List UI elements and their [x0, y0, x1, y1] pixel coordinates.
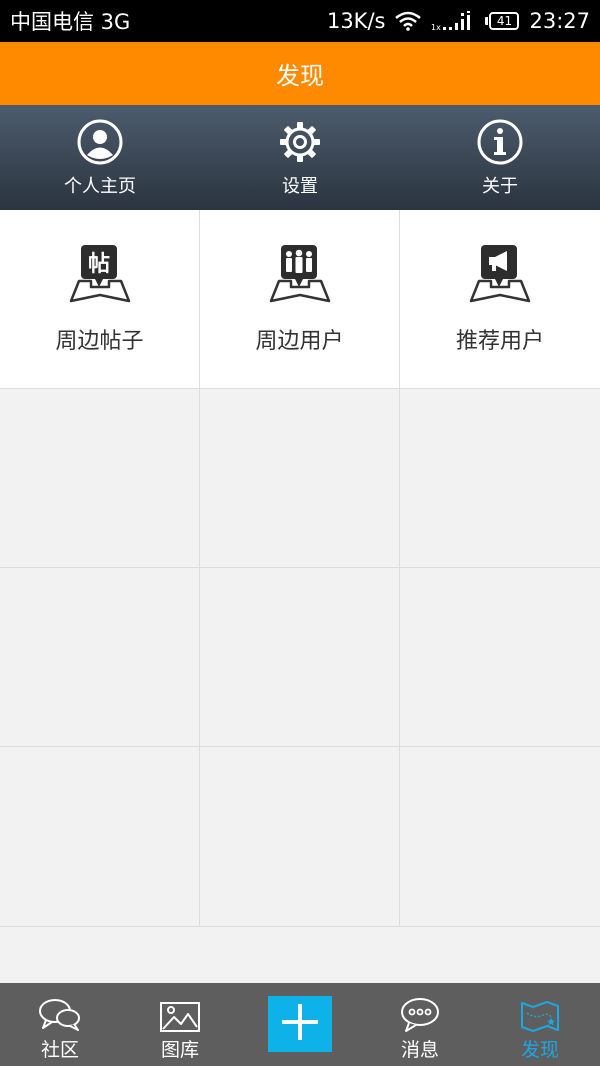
nearby-posts-label: 周边帖子: [55, 329, 144, 354]
page-title: 发现: [276, 62, 324, 90]
settings-button[interactable]: 设置: [200, 105, 400, 210]
quick-menu: 个人主页 设置 关于: [0, 105, 600, 210]
profile-button[interactable]: 个人主页: [0, 105, 200, 210]
grid-item-recommend-users[interactable]: 推荐用户: [400, 210, 600, 389]
tab-discover-label: 发现: [520, 1039, 559, 1061]
grid-empty-cell: [0, 747, 200, 927]
nearby-posts-icon: 帖: [67, 243, 133, 309]
info-icon: [476, 118, 524, 166]
tab-add[interactable]: [240, 983, 360, 1066]
profile-label: 个人主页: [64, 175, 136, 197]
grid-item-nearby-users[interactable]: 周边用户: [200, 210, 400, 389]
map-icon: [519, 999, 561, 1033]
grid-empty-cell: [400, 747, 600, 927]
user-circle-icon: [76, 118, 124, 166]
chat-bubbles-icon: [38, 997, 82, 1033]
grid-empty-cell: [0, 389, 200, 568]
recommend-users-label: 推荐用户: [455, 329, 544, 354]
recommend-users-icon: [467, 243, 533, 309]
battery-level: 41: [489, 12, 520, 30]
tab-community[interactable]: 社区: [0, 983, 120, 1066]
nearby-users-icon: [267, 243, 333, 309]
settings-label: 设置: [282, 175, 318, 197]
grid-empty-cell: [400, 568, 600, 747]
carrier-label: 中国电信 3G: [10, 10, 131, 34]
discover-grid: 帖 周边帖子 周边用户 推荐用户: [0, 210, 600, 927]
image-gallery-icon: [159, 999, 201, 1033]
clock: 23:27: [529, 9, 590, 33]
nearby-users-label: 周边用户: [255, 329, 344, 354]
tab-messages[interactable]: 消息: [360, 983, 480, 1066]
gear-icon: [276, 118, 324, 166]
message-bubble-icon: [399, 997, 441, 1033]
network-speed: 13K/s: [326, 9, 386, 33]
svg-text:1x: 1x: [431, 23, 441, 32]
grid-empty-cell: [200, 389, 400, 568]
tab-gallery[interactable]: 图库: [120, 983, 240, 1066]
add-post-button[interactable]: [268, 996, 332, 1052]
bottom-nav: 社区 图库 消息 发现: [0, 983, 600, 1066]
battery-icon: 41: [485, 12, 520, 30]
nearby-posts-glyph: 帖: [87, 252, 109, 277]
tab-discover[interactable]: 发现: [480, 983, 600, 1066]
signal-icon: 1x: [431, 10, 475, 32]
status-bar: 中国电信 3G 13K/s 1x 41 23:27: [0, 0, 600, 42]
wifi-icon: [395, 11, 422, 31]
grid-empty-cell: [200, 747, 400, 927]
about-button[interactable]: 关于: [400, 105, 600, 210]
title-bar: 发现: [0, 42, 600, 105]
plus-icon: [280, 1002, 320, 1046]
tab-gallery-label: 图库: [160, 1039, 199, 1061]
grid-empty-cell: [400, 389, 600, 568]
about-label: 关于: [482, 175, 518, 197]
grid-empty-cell: [0, 568, 200, 747]
grid-empty-cell: [200, 568, 400, 747]
tab-messages-label: 消息: [400, 1039, 439, 1061]
tab-community-label: 社区: [40, 1039, 79, 1061]
grid-item-nearby-posts[interactable]: 帖 周边帖子: [0, 210, 200, 389]
